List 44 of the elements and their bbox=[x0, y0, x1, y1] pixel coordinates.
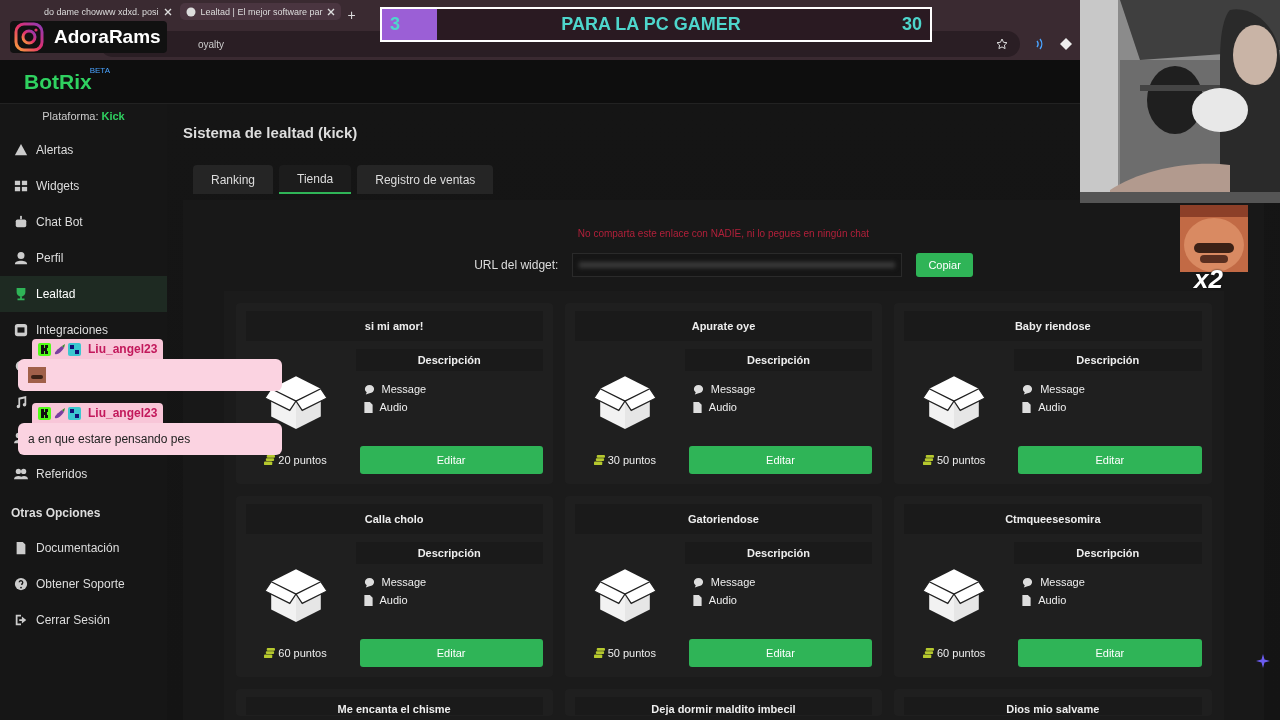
feature-label: Message bbox=[710, 383, 756, 395]
reward-name: Dios mio salvame bbox=[904, 697, 1202, 715]
platform-label: Plataforma: bbox=[42, 110, 99, 122]
feature-label: Audio bbox=[379, 594, 408, 606]
reward-name: Apurate oye bbox=[574, 311, 873, 341]
platform-name: Kick bbox=[101, 110, 125, 122]
beta-label: BETA bbox=[89, 65, 110, 75]
description-heading: Descripción bbox=[1014, 349, 1202, 371]
description-heading: Descripción bbox=[355, 349, 543, 371]
feature-label: Message bbox=[381, 576, 427, 588]
reward-name: si mi amor! bbox=[245, 311, 543, 341]
points-label: 50 puntos bbox=[607, 647, 656, 659]
reward-name: Deja dormir maldito imbecil bbox=[574, 697, 873, 715]
description-heading: Descripción bbox=[355, 542, 543, 564]
reward-name: Calla cholo bbox=[245, 504, 543, 534]
description-heading: Descripción bbox=[1014, 542, 1202, 564]
feature-label: Audio bbox=[1038, 594, 1067, 606]
page-title: Sistema de lealtad (kick) bbox=[183, 124, 359, 141]
reward-name: Me encanta el chisme bbox=[245, 697, 543, 715]
feature-label: Message bbox=[710, 576, 756, 588]
feature-label: Audio bbox=[379, 401, 408, 413]
feature-label: Message bbox=[381, 383, 427, 395]
reward-name: Baby riendose bbox=[904, 311, 1202, 341]
points-label: 60 puntos bbox=[278, 647, 327, 659]
feature-label: Message bbox=[1040, 383, 1085, 395]
points-label: 50 puntos bbox=[937, 454, 986, 466]
points-label: 20 puntos bbox=[278, 454, 327, 466]
description-heading: Descripción bbox=[684, 349, 873, 371]
feature-label: Audio bbox=[708, 401, 737, 413]
feature-label: Audio bbox=[1038, 401, 1067, 413]
feature-label: Audio bbox=[708, 594, 737, 606]
reward-name: Ctmqueesesomira bbox=[904, 504, 1202, 534]
chat-name-toast: Liu_angel23 bbox=[32, 339, 164, 359]
section-heading: Otras Opciones bbox=[10, 505, 102, 522]
multiplier-label: x2 bbox=[1194, 264, 1223, 295]
field-label: URL del widget: bbox=[474, 258, 559, 272]
reward-name: Gatoriendose bbox=[574, 504, 873, 534]
chat-message-toast: a en que estare pensando pes bbox=[18, 423, 282, 455]
description-heading: Descripción bbox=[684, 542, 873, 564]
warning-text: No comparta este enlace con NADIE, ni lo pegues en ningún chat bbox=[577, 228, 870, 239]
chat-name-toast: Liu_angel23 bbox=[32, 403, 164, 423]
points-label: 60 puntos bbox=[937, 647, 986, 659]
feature-label: Message bbox=[1040, 576, 1085, 588]
points-label: 30 puntos bbox=[607, 454, 656, 466]
